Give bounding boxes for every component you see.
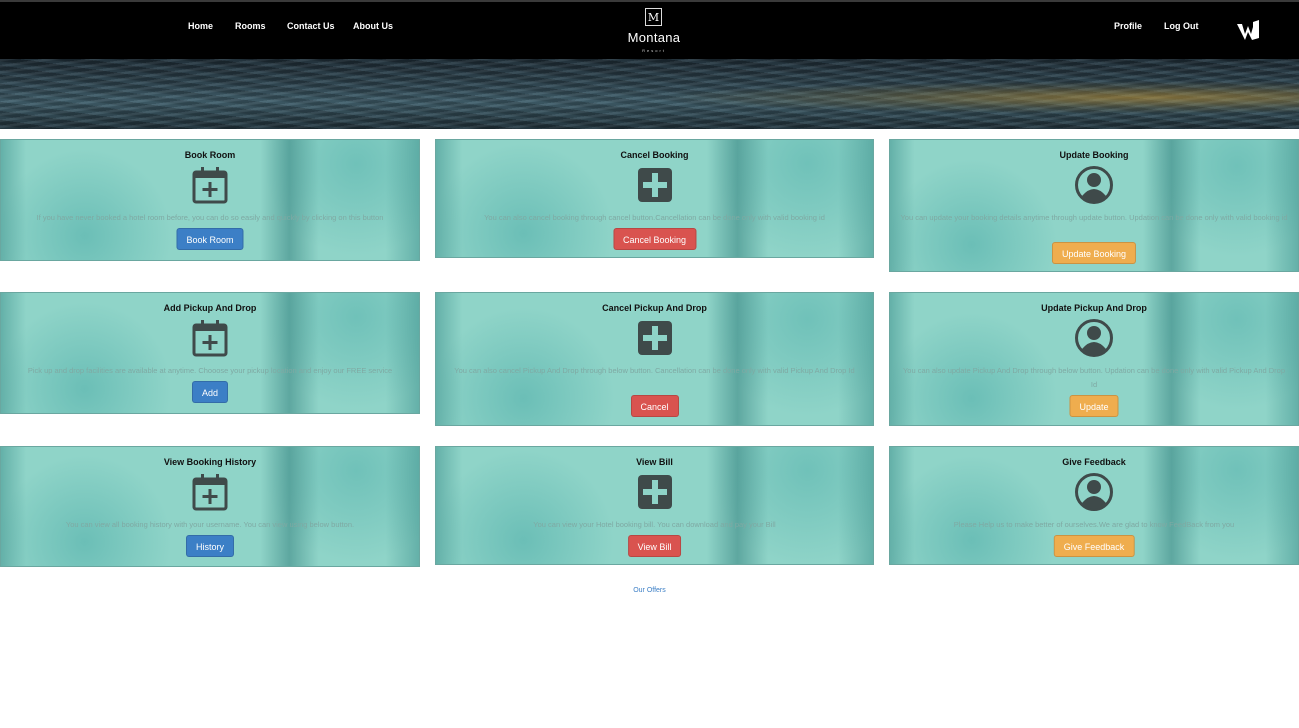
nav-logout-link[interactable]: Log Out bbox=[1164, 21, 1199, 31]
card-title: Update Pickup And Drop bbox=[1041, 303, 1147, 313]
card-description: You can view your Hotel booking bill. Yo… bbox=[533, 520, 776, 529]
nav-rooms-link[interactable]: Rooms bbox=[235, 21, 266, 31]
card-title: Add Pickup And Drop bbox=[163, 303, 257, 313]
cancel-pickup-card: Cancel Pickup And Drop You can also canc… bbox=[435, 292, 874, 426]
card-title: View Booking History bbox=[163, 457, 257, 467]
card-description: Please Help us to make better of ourselv… bbox=[953, 520, 1235, 529]
calendar-plus-icon bbox=[192, 318, 228, 357]
our-offers-link[interactable]: Our Offers bbox=[0, 587, 1299, 594]
nav-profile-link[interactable]: Profile bbox=[1114, 21, 1142, 31]
plus-square-icon bbox=[637, 475, 672, 509]
card-title: View Bill bbox=[636, 457, 673, 467]
cancel-booking-card: Cancel Booking You can also cancel booki… bbox=[435, 139, 874, 258]
water-banner-image bbox=[0, 59, 1299, 129]
book-room-button[interactable]: Book Room bbox=[176, 228, 244, 250]
history-button[interactable]: History bbox=[185, 535, 235, 557]
card-description: You can also update Pickup And Drop thro… bbox=[902, 366, 1286, 389]
card-title: Give Feedback bbox=[1062, 457, 1126, 467]
booking-history-card: View Booking History You can view all bo… bbox=[0, 446, 420, 567]
user-circle-icon bbox=[1075, 473, 1113, 511]
give-feedback-card: Give Feedback Please Help us to make bet… bbox=[889, 446, 1299, 565]
plus-square-icon bbox=[637, 321, 672, 355]
brand-tagline: Resort bbox=[642, 48, 666, 53]
brand-name[interactable]: Montana bbox=[600, 30, 708, 45]
card-title: Cancel Booking bbox=[620, 150, 689, 160]
user-circle-icon bbox=[1075, 166, 1113, 204]
plus-square-icon bbox=[637, 168, 672, 202]
calendar-plus-icon bbox=[192, 165, 228, 204]
card-description: You can also cancel booking through canc… bbox=[484, 213, 825, 222]
view-bill-card: View Bill You can view your Hotel bookin… bbox=[435, 446, 874, 565]
card-title: Book Room bbox=[184, 150, 236, 160]
nav-contact-link[interactable]: Contact Us bbox=[287, 21, 335, 31]
calendar-plus-icon bbox=[192, 472, 228, 511]
cancel-pickup-button[interactable]: Cancel bbox=[630, 395, 679, 417]
update-booking-button[interactable]: Update Booking bbox=[1051, 242, 1137, 264]
update-pickup-card: Update Pickup And Drop You can also upda… bbox=[889, 292, 1299, 426]
card-description: You can update your booking details anyt… bbox=[900, 213, 1288, 222]
book-room-card: Book Room If you have never booked a hot… bbox=[0, 139, 420, 261]
add-pickup-button[interactable]: Add bbox=[191, 381, 229, 403]
top-navbar: Home Rooms Contact Us About Us Profile L… bbox=[0, 0, 1299, 59]
nav-home-link[interactable]: Home bbox=[188, 21, 213, 31]
card-description: Pick up and drop facilities are availabl… bbox=[27, 366, 393, 375]
card-description: If you have never booked a hotel room be… bbox=[36, 213, 384, 222]
card-title: Update Booking bbox=[1059, 150, 1129, 160]
update-booking-card: Update Booking You can update your booki… bbox=[889, 139, 1299, 272]
give-feedback-button[interactable]: Give Feedback bbox=[1053, 535, 1135, 557]
cancel-booking-button[interactable]: Cancel Booking bbox=[612, 228, 697, 250]
card-description: You can also cancel Pickup And Drop thro… bbox=[454, 366, 855, 375]
user-circle-icon bbox=[1075, 319, 1113, 357]
view-bill-button[interactable]: View Bill bbox=[627, 535, 682, 557]
card-description: You can view all booking history with yo… bbox=[65, 520, 355, 529]
update-pickup-button[interactable]: Update bbox=[1069, 395, 1119, 417]
brand-mark[interactable]: M bbox=[645, 8, 662, 26]
w-logo-icon[interactable] bbox=[1236, 18, 1262, 44]
card-title: Cancel Pickup And Drop bbox=[602, 303, 707, 313]
nav-about-link[interactable]: About Us bbox=[353, 21, 393, 31]
add-pickup-card: Add Pickup And Drop Pick up and drop fac… bbox=[0, 292, 420, 414]
